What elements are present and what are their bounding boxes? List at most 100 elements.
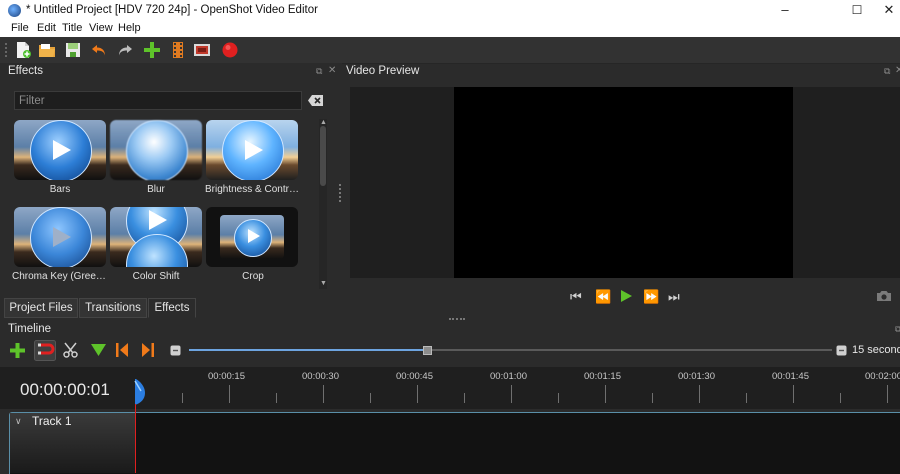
choose-profile-icon[interactable] [169,41,187,59]
effect-item-chroma-key[interactable] [14,207,106,267]
next-marker-icon[interactable] [141,343,154,357]
tab-project-files[interactable]: Project Files [4,298,78,318]
effect-item-brightness-contrast[interactable] [206,120,298,180]
window-title-bar: * Untitled Project [HDV 720 24p] - OpenS… [0,0,900,21]
save-project-icon[interactable] [64,41,82,59]
panel-splitter-handle[interactable] [339,184,344,202]
ruler-tick [464,393,465,403]
effect-label-brightness-contrast: Brightness & Contrast [205,184,301,195]
previous-marker-icon[interactable] [116,343,129,357]
openshot-logo-icon [8,4,21,17]
tab-transitions[interactable]: Transitions [79,298,147,318]
effect-label-chroma-key: Chroma Key (Greenscr... [12,271,108,282]
add-track-icon[interactable] [10,343,25,358]
jump-end-button[interactable]: ⏭ [668,289,680,305]
effect-label-bars: Bars [49,184,71,195]
ruler-label: 00:00:15 [208,371,245,382]
ruler-tick [605,385,606,403]
crop-thumbnail [206,207,298,267]
ruler-tick [370,393,371,403]
current-time-display: 00:00:00:01 [20,380,110,399]
rewind-button[interactable]: ⏪ [595,289,611,305]
zoom-slider-track[interactable] [189,349,832,351]
timeline-title: Timeline [8,323,52,335]
jump-start-button[interactable]: ⏮ [570,289,582,305]
ruler-tick [323,385,324,403]
brightness-contrast-thumbnail [206,120,298,180]
ruler-tick [652,393,653,403]
effect-label-blur: Blur [147,184,165,195]
ruler-label: 00:00:45 [396,371,433,382]
play-button[interactable] [620,289,633,303]
ruler-label: 00:01:00 [490,371,527,382]
menu-view[interactable]: View [89,22,113,34]
blur-thumbnail [110,120,202,180]
ruler-tick [793,385,794,403]
main-toolbar [0,37,900,64]
scroll-up-icon[interactable]: ▲ [320,119,327,126]
effects-dock-float-icon[interactable]: ⧉ [316,66,322,77]
ruler-tick [699,385,700,403]
ruler-label: 00:01:15 [584,371,621,382]
effects-filter-input[interactable] [14,91,302,110]
add-marker-icon[interactable] [91,344,106,356]
ruler-tick [229,385,230,403]
window-title: * Untitled Project [HDV 720 24p] - OpenS… [26,4,318,16]
timeline-dock-float-icon[interactable]: ⧉ [895,324,900,335]
menu-edit[interactable]: Edit [37,22,56,34]
track-collapse-icon[interactable]: ∨ [15,416,22,427]
effects-scrollbar-thumb[interactable] [320,126,326,186]
preview-dock-close-icon[interactable]: ✕ [895,65,900,76]
toolbar-grip[interactable] [5,43,10,57]
new-project-icon[interactable] [14,41,32,59]
undo-icon[interactable] [90,41,108,59]
ruler-label: 00:00:30 [302,371,339,382]
fast-forward-button[interactable]: ⏩ [643,289,659,305]
effects-panel-title: Effects [8,65,43,77]
video-frame [454,87,793,278]
clear-filter-icon[interactable] [308,95,323,106]
effects-dock-close-icon[interactable]: ✕ [328,65,336,76]
zoom-slider-handle[interactable] [422,346,432,355]
export-video-icon[interactable] [221,41,239,59]
open-project-icon[interactable] [38,41,56,59]
track-name: Track 1 [32,414,72,428]
tab-effects[interactable]: Effects [148,298,196,318]
effect-item-bars[interactable] [14,120,106,180]
track-header[interactable] [10,413,135,473]
effect-item-color-shift[interactable] [110,207,202,267]
ruler-tick [511,385,512,403]
ruler-tick [417,385,418,403]
color-shift-thumbnail [110,207,202,267]
redo-icon[interactable] [116,41,134,59]
bars-thumbnail [14,120,106,180]
camera-icon[interactable] [876,290,892,302]
ruler-tick [887,385,888,403]
preview-dock-float-icon[interactable]: ⧉ [884,66,890,77]
effect-item-blur[interactable] [110,120,202,180]
ruler-tick [840,393,841,403]
ruler-tick [746,393,747,403]
effect-item-crop[interactable] [206,207,298,267]
zoom-out-icon[interactable] [836,345,847,356]
menu-help[interactable]: Help [118,22,141,34]
minimize-button[interactable]: – [762,0,808,21]
close-button[interactable]: ✕ [866,0,900,21]
menu-file[interactable]: File [11,22,29,34]
effect-label-crop: Crop [242,271,264,282]
fullscreen-icon[interactable] [193,41,211,59]
ruler-label: 00:02:00 [865,371,900,382]
chroma-key-thumbnail [14,207,106,267]
scroll-down-icon[interactable]: ▼ [320,280,327,287]
track-row[interactable] [9,412,900,474]
playhead-line-track [135,412,136,473]
playhead-marker-icon[interactable] [133,379,147,407]
razor-icon[interactable] [63,342,78,358]
ruler-tick [558,393,559,403]
center-playhead-icon[interactable] [170,345,181,356]
import-files-icon[interactable] [143,41,161,59]
menu-title[interactable]: Title [62,22,82,34]
vertical-splitter-handle[interactable] [449,318,465,323]
snap-magnet-icon[interactable] [34,340,56,361]
video-preview-title: Video Preview [346,65,420,77]
